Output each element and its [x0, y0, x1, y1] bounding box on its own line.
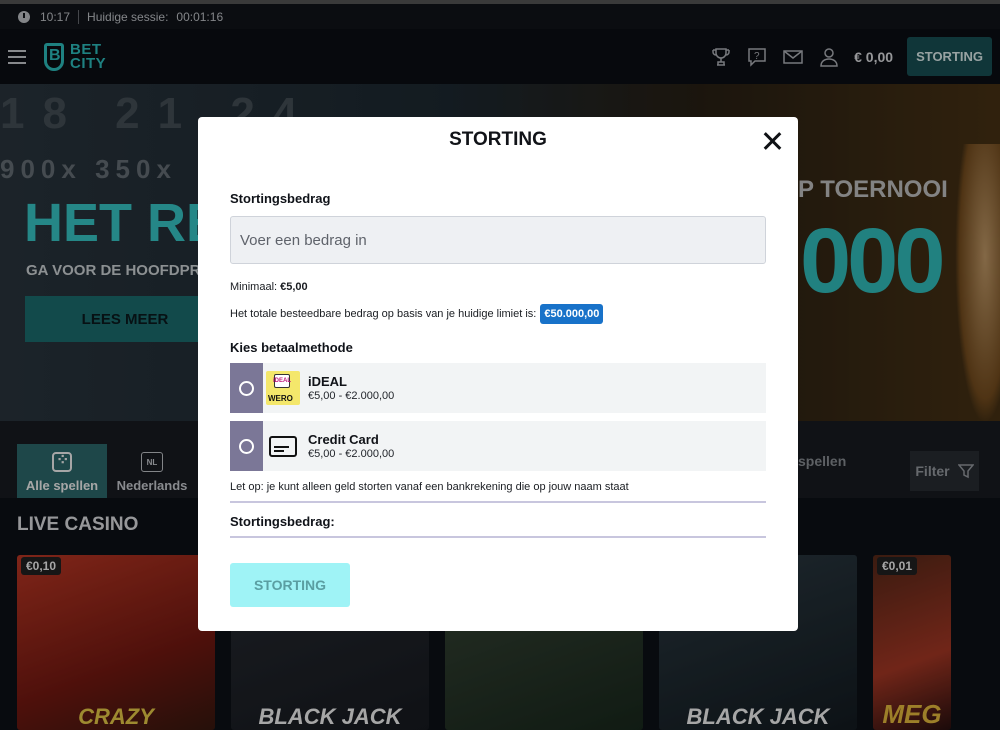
divider [230, 536, 766, 538]
amount-label: Stortingsbedrag [230, 191, 331, 206]
amount-input[interactable] [230, 216, 766, 264]
ideal-wero-icon: iDEAL WERO [266, 371, 300, 405]
bank-account-note: Let op: je kunt alleen geld storten vana… [230, 481, 629, 493]
divider [230, 501, 766, 503]
limit-badge: €50.000,00 [540, 304, 604, 324]
method-range: €5,00 - €2.000,00 [308, 390, 395, 402]
close-icon[interactable] [761, 129, 785, 153]
method-range: €5,00 - €2.000,00 [308, 448, 395, 460]
minimum-amount: Minimaal: €5,00 [230, 281, 308, 293]
credit-card-icon [266, 429, 300, 463]
deposit-submit-button[interactable]: STORTING [230, 563, 350, 607]
summary-amount-label: Stortingsbedrag: [230, 514, 335, 529]
payment-method-credit-card[interactable]: Credit Card €5,00 - €2.000,00 [230, 421, 766, 471]
limit-info: Het totale besteedbare bedrag op basis v… [230, 304, 604, 324]
radio-button[interactable] [239, 380, 254, 396]
payment-method-label: Kies betaalmethode [230, 340, 353, 355]
payment-method-ideal[interactable]: iDEAL WERO iDEAL €5,00 - €2.000,00 [230, 363, 766, 413]
modal-title: STORTING [449, 129, 547, 150]
method-name: iDEAL [308, 374, 347, 389]
deposit-modal: STORTING Stortingsbedrag Minimaal: €5,00… [198, 117, 798, 631]
method-name: Credit Card [308, 432, 379, 447]
radio-button[interactable] [239, 438, 254, 454]
